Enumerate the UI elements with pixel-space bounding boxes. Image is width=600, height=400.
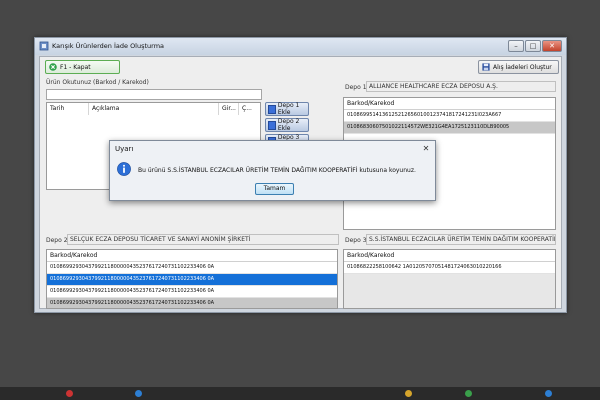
browser-icon[interactable]	[66, 390, 73, 397]
close-f1-button[interactable]: F1 - Kapat	[45, 60, 120, 74]
close-window-button[interactable]: ✕	[542, 40, 562, 52]
app-icon[interactable]	[465, 390, 472, 397]
taskbar	[0, 387, 600, 400]
app-icon[interactable]	[405, 390, 412, 397]
depo1-header: Barkod/Karekod	[344, 98, 555, 110]
depot-icon	[268, 120, 276, 130]
depo1-label: Depo 1	[345, 84, 367, 91]
add-depot2-button[interactable]: Depo 2 Ekle	[265, 118, 309, 132]
depo3-header: Barkod/Karekod	[344, 250, 555, 262]
scan-input[interactable]	[46, 89, 262, 100]
depo3-list: Barkod/Karekod 01086822258100642 1A01205…	[343, 249, 556, 309]
add-depot1-button[interactable]: Depo 1 Ekle	[265, 102, 309, 116]
ok-button[interactable]: Tamam	[255, 183, 294, 195]
list-item[interactable]: 0108699293043799211800000435237617240731…	[47, 298, 337, 308]
app-icon	[39, 41, 49, 51]
save-icon	[482, 63, 490, 71]
depo3-label: Depo 3	[345, 237, 367, 244]
title-bar[interactable]: Karışık Ürünlerden İade Oluşturma – □ ✕	[35, 38, 566, 55]
list-item[interactable]: 01086822258100642 1A01205707051481724063…	[344, 262, 555, 274]
column-description[interactable]: Açıklama	[89, 103, 219, 115]
column-in[interactable]: Gir...	[219, 103, 239, 115]
add-depot1-label: Depo 1 Ekle	[277, 102, 300, 116]
app-icon[interactable]	[545, 390, 552, 397]
scan-label: Ürün Okutunuz (Barkod / Karekod)	[46, 79, 149, 86]
app-icon[interactable]	[135, 390, 142, 397]
depo2-header: Barkod/Karekod	[47, 250, 337, 262]
depo1-name: ALLIANCE HEALTHCARE ECZA DEPOSU A.Ş.	[366, 81, 556, 92]
info-icon	[117, 162, 131, 176]
dialog-title: Uyarı	[115, 145, 134, 153]
maximize-button[interactable]: □	[525, 40, 541, 52]
window-title: Karışık Ürünlerden İade Oluşturma	[52, 42, 165, 50]
dialog-close-button[interactable]: ✕	[419, 143, 433, 155]
column-out[interactable]: Ç...	[239, 103, 260, 115]
list-item[interactable]: 01086830607501022114572WE321G4EA17251231…	[344, 122, 555, 134]
warning-dialog: Uyarı ✕ Bu ürünü S.S.İSTANBUL ECZACILAR …	[109, 140, 436, 201]
depo3-name: S.S.İSTANBUL ECZACILAR ÜRETİM TEMİN DAĞI…	[366, 234, 556, 245]
list-item[interactable]: 0108699293043799211800000435237617240731…	[47, 286, 337, 298]
depo2-name: SELÇUK ECZA DEPOSU TİCARET VE SANAYİ ANO…	[67, 234, 339, 245]
column-date[interactable]: Tarih	[47, 103, 89, 115]
create-returns-button[interactable]: Alış İadeleri Oluştur	[478, 60, 559, 74]
add-depot2-label: Depo 2 Ekle	[277, 118, 300, 132]
list-item[interactable]: 0108699293043799211800000435237617240731…	[47, 262, 337, 274]
minimize-button[interactable]: –	[508, 40, 524, 52]
close-circle-icon	[49, 63, 57, 71]
create-returns-label: Alış İadeleri Oluştur	[493, 63, 552, 71]
dialog-message: Bu ürünü S.S.İSTANBUL ECZACILAR ÜRETİM T…	[138, 167, 416, 174]
list-item-selected[interactable]: 0108699293043799211800000435237617240731…	[47, 274, 337, 286]
list-item[interactable]: 0108699514136125212656010012374181724123…	[344, 110, 555, 122]
depo2-list: Barkod/Karekod 0108699293043799211800000…	[46, 249, 338, 309]
depo2-label: Depo 2	[46, 237, 68, 244]
depot-icon	[268, 104, 276, 114]
close-f1-label: F1 - Kapat	[60, 63, 91, 71]
